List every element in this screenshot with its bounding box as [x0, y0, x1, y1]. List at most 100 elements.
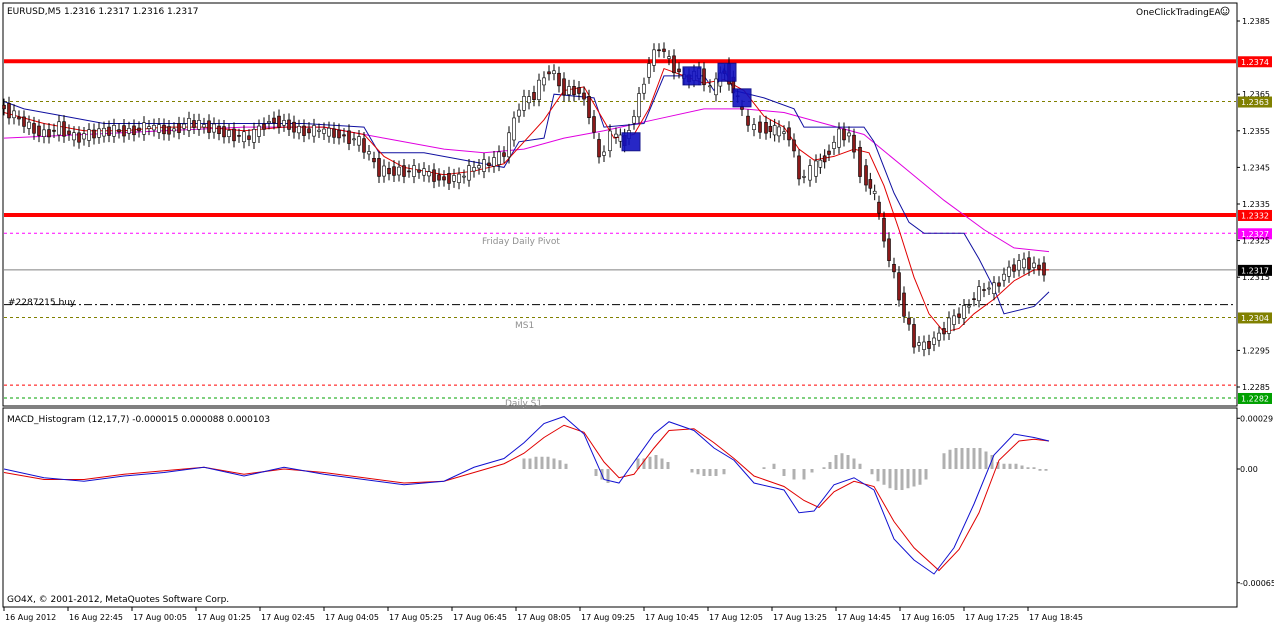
candle-body: [532, 92, 536, 100]
candle-body: [282, 120, 286, 126]
histogram-bar: [708, 469, 712, 476]
ea-label[interactable]: OneClickTradingEA: [1136, 8, 1221, 18]
time-tick-label: 17 Aug 09:25: [581, 613, 635, 622]
candle-body: [22, 116, 26, 127]
trading-chart[interactable]: Friday Daily Pivot MS1 Daily S1 #2287215…: [0, 0, 1274, 624]
candle-body: [242, 131, 246, 143]
macd-panel-frame: [2, 407, 1238, 608]
candle-body: [647, 63, 651, 78]
histogram-bar: [558, 460, 562, 469]
candle-body: [507, 132, 511, 158]
histogram-bar: [924, 469, 928, 480]
candle-body: [608, 130, 612, 152]
candle-body: [827, 150, 831, 155]
candle-body: [777, 126, 781, 137]
candle-body: [172, 128, 176, 132]
candle-body: [952, 315, 956, 325]
histogram-bar: [522, 458, 526, 469]
candle-body: [252, 128, 256, 143]
macd-tick-label: 0.00029: [1240, 414, 1273, 423]
candle-body: [842, 128, 846, 141]
candle-body: [962, 305, 966, 319]
histogram-bar: [918, 469, 922, 485]
candle-body: [562, 78, 566, 96]
candle-body: [877, 201, 881, 214]
candle-body: [377, 158, 381, 177]
histogram-bar: [834, 455, 838, 469]
candle-body: [2, 104, 6, 110]
candle-body: [302, 125, 306, 136]
candle-body: [818, 159, 823, 168]
histogram-bar: [882, 469, 886, 485]
candle-body: [887, 238, 891, 261]
candle-body: [522, 96, 526, 111]
candle-body: [272, 117, 276, 124]
candle-body: [517, 109, 521, 117]
candle-body: [942, 328, 946, 335]
candle-body: [847, 132, 851, 137]
candle-body: [1017, 260, 1021, 271]
candle-body: [177, 123, 181, 133]
candle-body: [702, 68, 706, 86]
candle-body: [417, 169, 421, 173]
candle-body: [547, 71, 551, 75]
candle-body: [47, 129, 51, 138]
candle-body: [212, 123, 216, 133]
candle-body: [477, 165, 481, 169]
candle-body: [457, 173, 461, 183]
candle-body: [1027, 257, 1031, 270]
price-tick-label: 1.2315: [1242, 273, 1270, 282]
candle-body: [792, 139, 796, 152]
time-tick-label: 17 Aug 16:05: [901, 613, 955, 622]
histogram-bar: [762, 467, 766, 469]
candle-body: [257, 125, 261, 137]
candle-body: [752, 124, 756, 131]
time-tick-label: 17 Aug 05:25: [389, 613, 443, 622]
price-box-label: 1.2282: [1241, 394, 1269, 403]
histogram-bar: [876, 469, 880, 482]
time-tick-label: 16 Aug 2012: [5, 613, 56, 622]
trade-marker: [732, 88, 752, 108]
candle-body: [182, 123, 186, 129]
candle-body: [137, 127, 141, 132]
candle-body: [907, 317, 911, 325]
candle-body: [947, 317, 951, 334]
trade-marker: [621, 132, 641, 152]
candle-body: [657, 49, 661, 52]
candle-body: [187, 118, 191, 131]
candle-body: [402, 165, 406, 177]
candle-body: [632, 116, 636, 124]
candle-body: [782, 131, 786, 134]
candle-body: [347, 130, 351, 144]
order-label[interactable]: #2287215 buy: [8, 298, 76, 308]
histogram-bar: [978, 448, 982, 469]
candle-body: [287, 119, 291, 130]
candle-body: [672, 55, 676, 74]
histogram-bar: [666, 462, 670, 469]
candle-body: [112, 125, 116, 137]
candle-body: [652, 49, 656, 66]
candle-body: [502, 152, 506, 157]
candle-body: [127, 128, 131, 134]
candle-body: [107, 126, 111, 136]
candle-body: [217, 125, 221, 135]
candle-body: [17, 116, 21, 120]
histogram-bar: [858, 463, 862, 469]
candle-body: [787, 127, 791, 141]
candle-body: [77, 132, 81, 143]
candle-body: [932, 337, 936, 345]
candle-body: [62, 121, 66, 137]
candle-body: [372, 158, 376, 163]
candle-body: [637, 93, 641, 118]
candle-body: [472, 167, 476, 172]
candle-body: [42, 129, 46, 137]
candle-body: [927, 340, 931, 349]
histogram-bar: [1026, 467, 1030, 469]
candle-body: [117, 129, 121, 133]
candle-body: [157, 124, 161, 133]
histogram-bar: [528, 458, 532, 469]
candle-body: [317, 129, 321, 132]
candle-body: [342, 134, 346, 137]
candle-body: [482, 159, 486, 172]
histogram-bar: [972, 448, 976, 469]
